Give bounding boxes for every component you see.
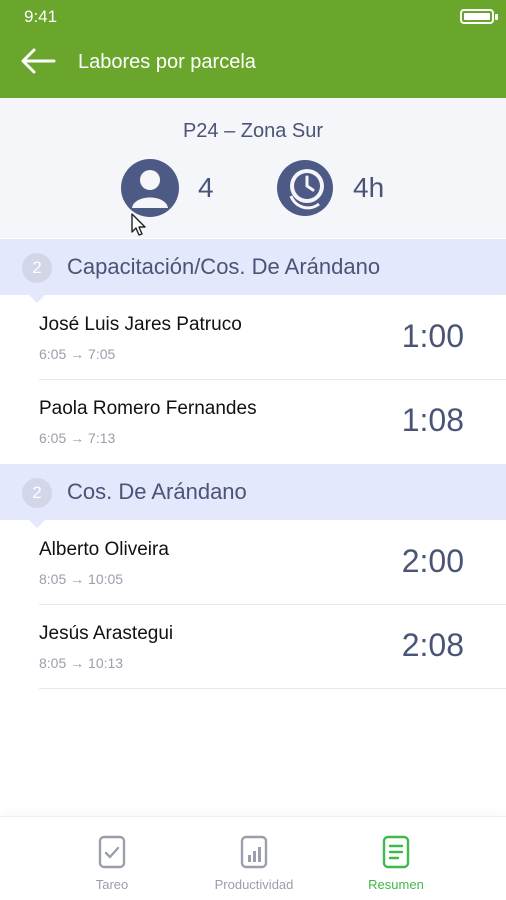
duration: 2:00 (401, 543, 464, 579)
worker-row[interactable]: Jesús Arastegui 8:05 → 10:13 2:08 (0, 605, 506, 689)
workers-stat: 4 (120, 158, 214, 218)
section-header-2: 2 Cos. De Arándano (0, 464, 506, 528)
worker-row[interactable]: José Luis Jares Patruco 6:05 → 7:05 1:00 (0, 296, 506, 380)
section-title: Cos. De Arándano (67, 479, 247, 504)
section-title: Capacitación/Cos. De Arándano (67, 254, 381, 279)
document-icon (382, 835, 410, 869)
divider (39, 688, 506, 689)
section-header-1: 2 Capacitación/Cos. De Arándano (0, 239, 506, 303)
clock-refresh-icon (277, 160, 333, 216)
nav-label: Productividad (214, 877, 294, 892)
arrow-left-icon (21, 48, 56, 74)
plot-name: P24 – Zona Sur (182, 120, 324, 142)
person-icon (121, 159, 179, 217)
nav-tab-tareo[interactable]: Tareo (42, 817, 182, 900)
status-time: 9:41 (24, 7, 58, 26)
nav-label: Resumen (368, 877, 424, 892)
nav-label: Tareo (95, 877, 129, 892)
duration: 1:00 (401, 318, 464, 354)
section-count-badge: 2 (22, 478, 52, 508)
worker-row[interactable]: Alberto Oliveira 8:05 → 10:05 2:00 (0, 521, 506, 605)
total-hours: 4h (353, 172, 385, 203)
checklist-icon (98, 835, 126, 869)
section-count-badge: 2 (22, 253, 52, 283)
page-title: Labores por parcela (78, 51, 256, 73)
battery-icon (460, 9, 498, 24)
bottom-navigation: Tareo Productividad Resumen (0, 816, 506, 900)
plot-summary: P24 – Zona Sur 4 4h (0, 98, 506, 238)
mouse-cursor-icon (131, 213, 146, 236)
worker-name: José Luis Jares Patruco (39, 314, 242, 335)
worker-row[interactable]: Paola Romero Fernandes 6:05 → 7:13 1:08 (0, 380, 506, 464)
app-bar: 9:41 Labores por parcela (0, 0, 506, 98)
time-range: 8:05 → 10:05 (39, 571, 124, 587)
time-range: 6:05 → 7:13 (39, 430, 116, 446)
duration: 2:08 (401, 627, 464, 663)
workers-count: 4 (198, 172, 214, 203)
duration: 1:08 (401, 402, 464, 438)
bar-chart-icon (240, 835, 268, 869)
worker-name: Alberto Oliveira (39, 539, 169, 560)
hours-stat: 4h (275, 158, 384, 218)
worker-name: Paola Romero Fernandes (39, 398, 257, 419)
back-button[interactable] (18, 46, 62, 80)
time-range: 6:05 → 7:05 (39, 346, 116, 362)
worker-name: Jesús Arastegui (39, 623, 174, 644)
nav-tab-resumen[interactable]: Resumen (326, 817, 466, 900)
nav-tab-productividad[interactable]: Productividad (184, 817, 324, 900)
time-range: 8:05 → 10:13 (39, 655, 124, 671)
